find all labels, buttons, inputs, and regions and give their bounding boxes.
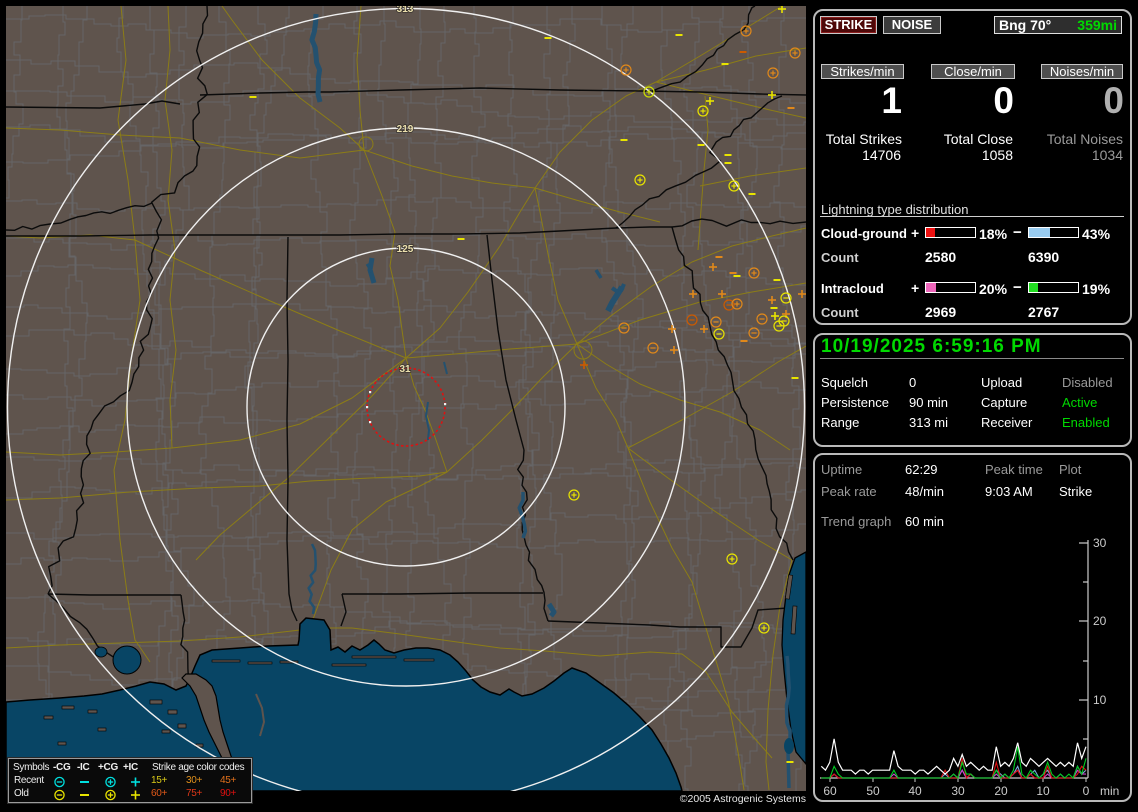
svg-text:min: min <box>1100 784 1119 797</box>
svg-text:30: 30 <box>951 784 965 797</box>
svg-text:50: 50 <box>866 784 880 797</box>
svg-text:10: 10 <box>1036 784 1050 797</box>
svg-text:20: 20 <box>1093 614 1107 628</box>
svg-text:10: 10 <box>1093 693 1107 707</box>
svg-text:30: 30 <box>1093 536 1107 550</box>
svg-text:0: 0 <box>1083 784 1090 797</box>
svg-text:313: 313 <box>397 6 414 15</box>
svg-text:219: 219 <box>397 124 414 135</box>
svg-text:40: 40 <box>908 784 922 797</box>
svg-text:125: 125 <box>397 244 414 255</box>
svg-text:60: 60 <box>823 784 837 797</box>
svg-text:20: 20 <box>994 784 1008 797</box>
svg-text:31: 31 <box>399 364 411 375</box>
